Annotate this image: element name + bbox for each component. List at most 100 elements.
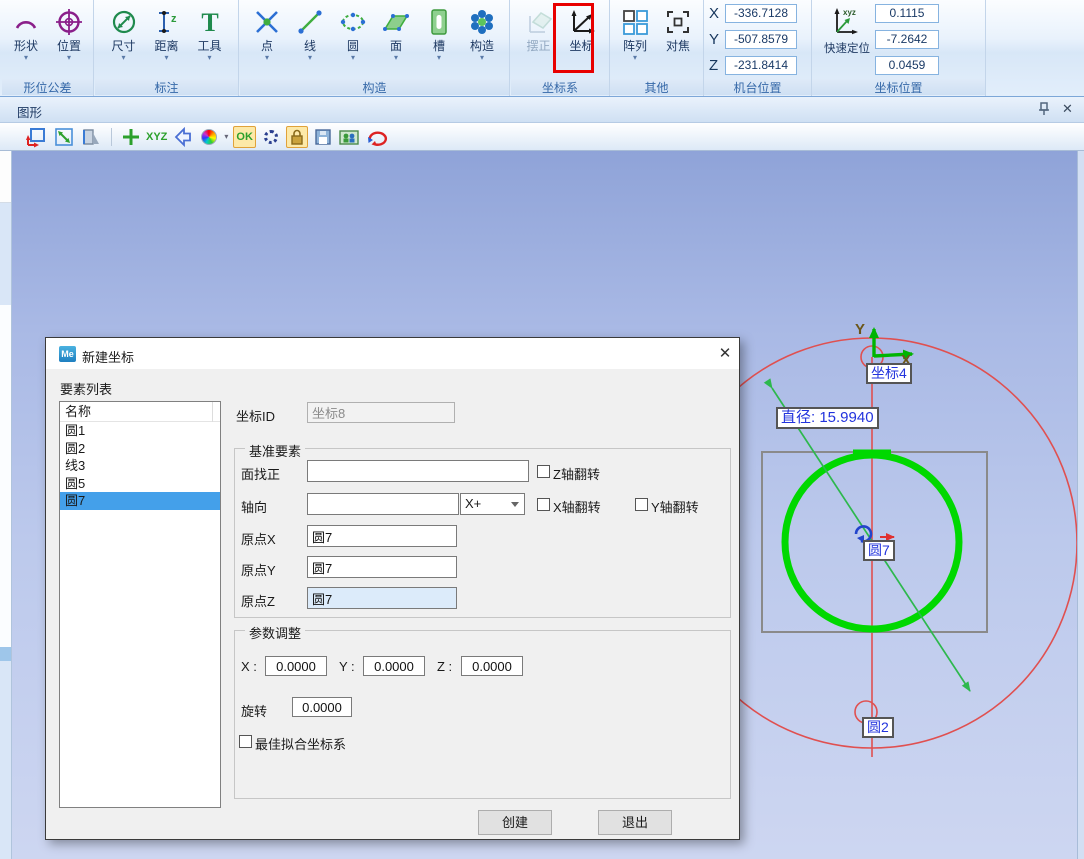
pin-icon[interactable]	[1038, 102, 1052, 118]
rotate-input[interactable]	[292, 697, 352, 717]
face-align-label: 面找正	[241, 464, 280, 483]
diameter-tag[interactable]: 直径: 15.9940	[776, 407, 879, 429]
ribbon-group-coord-position: xyz 快速定位 0.1115 -7.2642 0.0459 坐标位置	[812, 0, 986, 96]
group-label: 坐标位置	[812, 79, 985, 95]
y-flip-checkbox[interactable]	[635, 498, 648, 511]
ribbon: 形状 ▾ 位置 ▾ 形位公差 尺寸 ▾ z 距离	[0, 0, 1084, 97]
param-z-input[interactable]	[461, 656, 523, 676]
bestfit-label[interactable]: 最佳拟合坐标系	[255, 734, 346, 753]
list-item[interactable]: 圆2	[60, 440, 220, 458]
circle-button[interactable]: 圆 ▾	[332, 2, 375, 78]
button-label: 位置	[57, 39, 81, 53]
face-align-input[interactable]	[307, 460, 529, 482]
axis-direction-select[interactable]: X+	[460, 493, 525, 515]
z-flip-checkbox[interactable]	[537, 465, 550, 478]
plane-icon	[381, 5, 411, 39]
circle2-tag[interactable]: 圆2	[862, 717, 894, 738]
array-button[interactable]: 阵列 ▾	[614, 2, 657, 78]
axis-direction-value: X+	[465, 496, 481, 511]
param-y-input[interactable]	[363, 656, 425, 676]
construct-button[interactable]: 构造 ▾	[461, 2, 504, 78]
array-grid-icon	[620, 5, 650, 39]
quick-position-label[interactable]: 快速定位	[816, 40, 878, 56]
save-view-icon[interactable]	[313, 126, 333, 148]
x-flip-label[interactable]: X轴翻转	[553, 497, 601, 516]
color-picker-icon[interactable]	[199, 126, 219, 148]
select-arrow-icon[interactable]	[172, 126, 194, 148]
mirror-view-icon[interactable]	[80, 126, 102, 148]
point-button[interactable]: 点 ▾	[246, 2, 289, 78]
element-list[interactable]: 名称 圆1 圆2 线3 圆5 圆7	[59, 401, 221, 808]
y-flip-label[interactable]: Y轴翻转	[651, 497, 699, 516]
coord-id-input[interactable]	[307, 402, 455, 423]
line-button[interactable]: 线 ▾	[289, 2, 332, 78]
machine-z-value: -231.8414	[725, 56, 797, 75]
group-label: 其他	[610, 79, 703, 95]
position-button[interactable]: 位置 ▾	[48, 2, 91, 78]
fit-view-icon[interactable]	[53, 126, 75, 148]
x-flip-checkbox[interactable]	[537, 498, 550, 511]
circle7-tag[interactable]: 圆7	[863, 540, 895, 561]
chevron-down-icon: ▾	[24, 54, 28, 62]
ring-icon	[264, 130, 278, 144]
origin-y-input[interactable]	[307, 556, 457, 578]
button-label: 槽	[433, 39, 445, 53]
chevron-down-icon[interactable]: ▾	[224, 132, 228, 141]
group-label: 机台位置	[704, 79, 811, 95]
dialog-title: 新建坐标	[82, 347, 134, 366]
slot-button[interactable]: 槽 ▾	[418, 2, 461, 78]
param-x-input[interactable]	[265, 656, 327, 676]
xyz-display-toggle[interactable]: XYZ	[146, 126, 167, 148]
coord-id-label: 坐标ID	[236, 406, 275, 425]
collapsed-side-panel[interactable]	[0, 151, 12, 859]
coord4-tag[interactable]: 坐标4	[866, 363, 912, 384]
align-button[interactable]: 摆正	[517, 2, 560, 78]
bestfit-checkbox[interactable]	[239, 735, 252, 748]
group-label: 形位公差	[2, 79, 93, 95]
coordinate-button[interactable]: 坐标	[560, 2, 603, 78]
list-item[interactable]: 线3	[60, 457, 220, 475]
button-label: 圆	[347, 39, 359, 53]
origin-x-input[interactable]	[307, 525, 457, 547]
render-mode-icon[interactable]	[338, 126, 360, 148]
origin-z-input[interactable]	[307, 587, 457, 609]
slot-icon	[424, 5, 454, 39]
shape-button[interactable]: 形状 ▾	[5, 2, 48, 78]
close-icon[interactable]: ✕	[714, 344, 736, 364]
element-list-label: 要素列表	[60, 379, 112, 398]
chevron-down-icon: ▾	[207, 54, 211, 62]
tool-button[interactable]: T 工具 ▾	[188, 2, 231, 78]
axis-input[interactable]	[307, 493, 459, 515]
confirm-ok-toggle[interactable]: OK	[233, 126, 256, 148]
add-point-icon[interactable]	[121, 126, 141, 148]
focus-button[interactable]: 对焦	[657, 2, 700, 78]
list-item[interactable]: 圆5	[60, 475, 220, 493]
button-label: 工具	[197, 39, 221, 53]
exit-button[interactable]: 退出	[598, 810, 672, 835]
axis-label: Z	[709, 57, 725, 74]
close-icon[interactable]: ✕	[1062, 101, 1078, 117]
list-item[interactable]: 圆1	[60, 422, 220, 440]
lock-view-toggle[interactable]	[286, 126, 308, 148]
create-button[interactable]: 创建	[478, 810, 552, 835]
chevron-down-icon: ▾	[67, 54, 71, 62]
svg-text:z: z	[171, 13, 177, 25]
param-z-label: Z :	[437, 659, 452, 674]
button-label: 面	[390, 39, 402, 53]
zoom-window-icon[interactable]	[26, 126, 48, 148]
origin-z-label: 原点Z	[241, 591, 275, 610]
list-item-selected[interactable]: 圆7	[60, 492, 220, 510]
dimension-button[interactable]: 尺寸 ▾	[102, 2, 145, 78]
ribbon-group-construct: 点 ▾ 线 ▾ 圆 ▾ 面 ▾	[240, 0, 510, 96]
dialog-titlebar[interactable]: Me 新建坐标 ✕	[46, 338, 739, 369]
rotate-view-icon[interactable]	[365, 126, 389, 148]
ribbon-group-coordsys: 摆正 坐标 坐标系	[511, 0, 610, 96]
z-flip-label[interactable]: Z轴翻转	[553, 464, 600, 483]
plane-button[interactable]: 面 ▾	[375, 2, 418, 78]
chevron-down-icon: ▾	[308, 54, 312, 62]
circle-display-icon[interactable]	[261, 126, 281, 148]
distance-button[interactable]: z 距离 ▾	[145, 2, 188, 78]
quick-position-axes-icon[interactable]: xyz	[830, 4, 864, 43]
column-separator	[212, 402, 213, 422]
chevron-down-icon: ▾	[437, 54, 441, 62]
